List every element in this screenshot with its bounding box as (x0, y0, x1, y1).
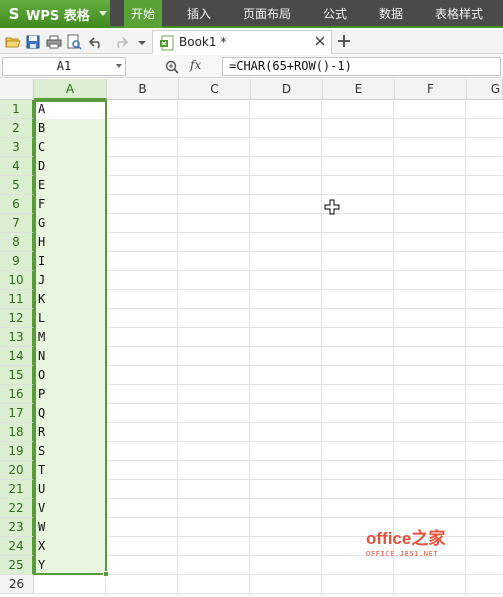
cell-a10[interactable]: J (38, 271, 102, 290)
open-folder-icon[interactable] (5, 34, 21, 50)
row-header-15[interactable]: 15 (0, 366, 34, 385)
cell-a25[interactable]: Y (38, 556, 102, 575)
app-menu-button[interactable]: S WPS 表格 (0, 0, 110, 28)
cell-a7[interactable]: G (38, 214, 102, 233)
column-header-e[interactable]: E (323, 79, 395, 100)
name-box[interactable]: A1 (2, 57, 126, 76)
customize-dropdown-icon[interactable] (134, 34, 150, 50)
row-header-21[interactable]: 21 (0, 480, 34, 499)
cell-a16[interactable]: P (38, 385, 102, 404)
row-header-22[interactable]: 22 (0, 499, 34, 518)
row-header-14[interactable]: 14 (0, 347, 34, 366)
print-preview-icon[interactable] (66, 34, 82, 50)
tab-table-styles[interactable]: 表格样式 (428, 0, 490, 28)
menu-bar: S WPS 表格 开始 插入 页面布局 公式 数据 表格样式 (0, 0, 503, 28)
row-header-20[interactable]: 20 (0, 461, 34, 480)
cell-a13[interactable]: M (38, 328, 102, 347)
document-tab[interactable]: Book1 * (152, 30, 332, 54)
row-header-18[interactable]: 18 (0, 423, 34, 442)
cell-a1[interactable]: A (38, 100, 102, 119)
redo-icon[interactable] (112, 34, 128, 50)
row-header-11[interactable]: 11 (0, 290, 34, 309)
cell-a17[interactable]: Q (38, 404, 102, 423)
watermark-url: OFFICE.JB51.NET (366, 550, 439, 558)
cell-a5[interactable]: E (38, 176, 102, 195)
column-header-g[interactable]: G (467, 79, 503, 100)
cell-a11[interactable]: K (38, 290, 102, 309)
cell-a12[interactable]: L (38, 309, 102, 328)
cell-a14[interactable]: N (38, 347, 102, 366)
formula-input[interactable]: =CHAR(65+ROW()-1) (222, 57, 501, 76)
cell-a2[interactable]: B (38, 119, 102, 138)
tab-page-layout[interactable]: 页面布局 (238, 0, 296, 28)
plus-icon[interactable] (336, 33, 352, 49)
insert-function-icon[interactable]: fx (190, 58, 201, 72)
app-name: WPS 表格 (26, 8, 90, 24)
spreadsheet-file-icon (160, 35, 174, 51)
cell-a21[interactable]: U (38, 480, 102, 499)
tab-home[interactable]: 开始 (124, 0, 162, 28)
row-header-9[interactable]: 9 (0, 252, 34, 271)
cell-a9[interactable]: I (38, 252, 102, 271)
row-header-23[interactable]: 23 (0, 518, 34, 537)
row-header-25[interactable]: 25 (0, 556, 34, 575)
column-header-d[interactable]: D (251, 79, 323, 100)
document-title: Book1 * (179, 35, 227, 49)
tab-formulas[interactable]: 公式 (316, 0, 354, 28)
row-header-7[interactable]: 7 (0, 214, 34, 233)
cell-a23[interactable]: W (38, 518, 102, 537)
cell-a22[interactable]: V (38, 499, 102, 518)
tab-insert[interactable]: 插入 (180, 0, 218, 28)
row-header-13[interactable]: 13 (0, 328, 34, 347)
column-header-f[interactable]: F (395, 79, 467, 100)
close-icon[interactable] (313, 34, 327, 48)
watermark-logo: office之家 (366, 529, 446, 548)
cell-a19[interactable]: S (38, 442, 102, 461)
column-header-b[interactable]: B (107, 79, 179, 100)
cell-a24[interactable]: X (38, 537, 102, 556)
save-icon[interactable] (25, 34, 41, 50)
row-header-24[interactable]: 24 (0, 537, 34, 556)
row-header-4[interactable]: 4 (0, 157, 34, 176)
cell-a18[interactable]: R (38, 423, 102, 442)
row-header-8[interactable]: 8 (0, 233, 34, 252)
cell-a4[interactable]: D (38, 157, 102, 176)
chevron-down-icon[interactable] (116, 64, 122, 68)
cell-a20[interactable]: T (38, 461, 102, 480)
zoom-formula-icon[interactable] (164, 59, 180, 75)
row-header-5[interactable]: 5 (0, 176, 34, 195)
cell-cursor-icon (324, 199, 340, 215)
row-header-6[interactable]: 6 (0, 195, 34, 214)
cell-a6[interactable]: F (38, 195, 102, 214)
row-header-12[interactable]: 12 (0, 309, 34, 328)
wps-logo-icon: S (8, 5, 20, 23)
cell-a15[interactable]: O (38, 366, 102, 385)
row-header-1[interactable]: 1 (0, 100, 34, 119)
row-header-19[interactable]: 19 (0, 442, 34, 461)
row-header-26[interactable]: 26 (0, 575, 34, 594)
fill-handle[interactable] (103, 571, 109, 577)
row-header-2[interactable]: 2 (0, 119, 34, 138)
cell-a3[interactable]: C (38, 138, 102, 157)
select-all-corner[interactable] (0, 79, 34, 100)
undo-icon[interactable] (89, 34, 105, 50)
row-header-10[interactable]: 10 (0, 271, 34, 290)
row-header-16[interactable]: 16 (0, 385, 34, 404)
column-header-a[interactable]: A (34, 79, 107, 100)
tab-data[interactable]: 数据 (372, 0, 410, 28)
chevron-down-icon (99, 11, 107, 16)
column-header-c[interactable]: C (179, 79, 251, 100)
row-header-17[interactable]: 17 (0, 404, 34, 423)
cell-a8[interactable]: H (38, 233, 102, 252)
row-header-3[interactable]: 3 (0, 138, 34, 157)
print-icon[interactable] (46, 34, 62, 50)
watermark: office之家 OFFICE.JB51.NET (366, 524, 445, 558)
